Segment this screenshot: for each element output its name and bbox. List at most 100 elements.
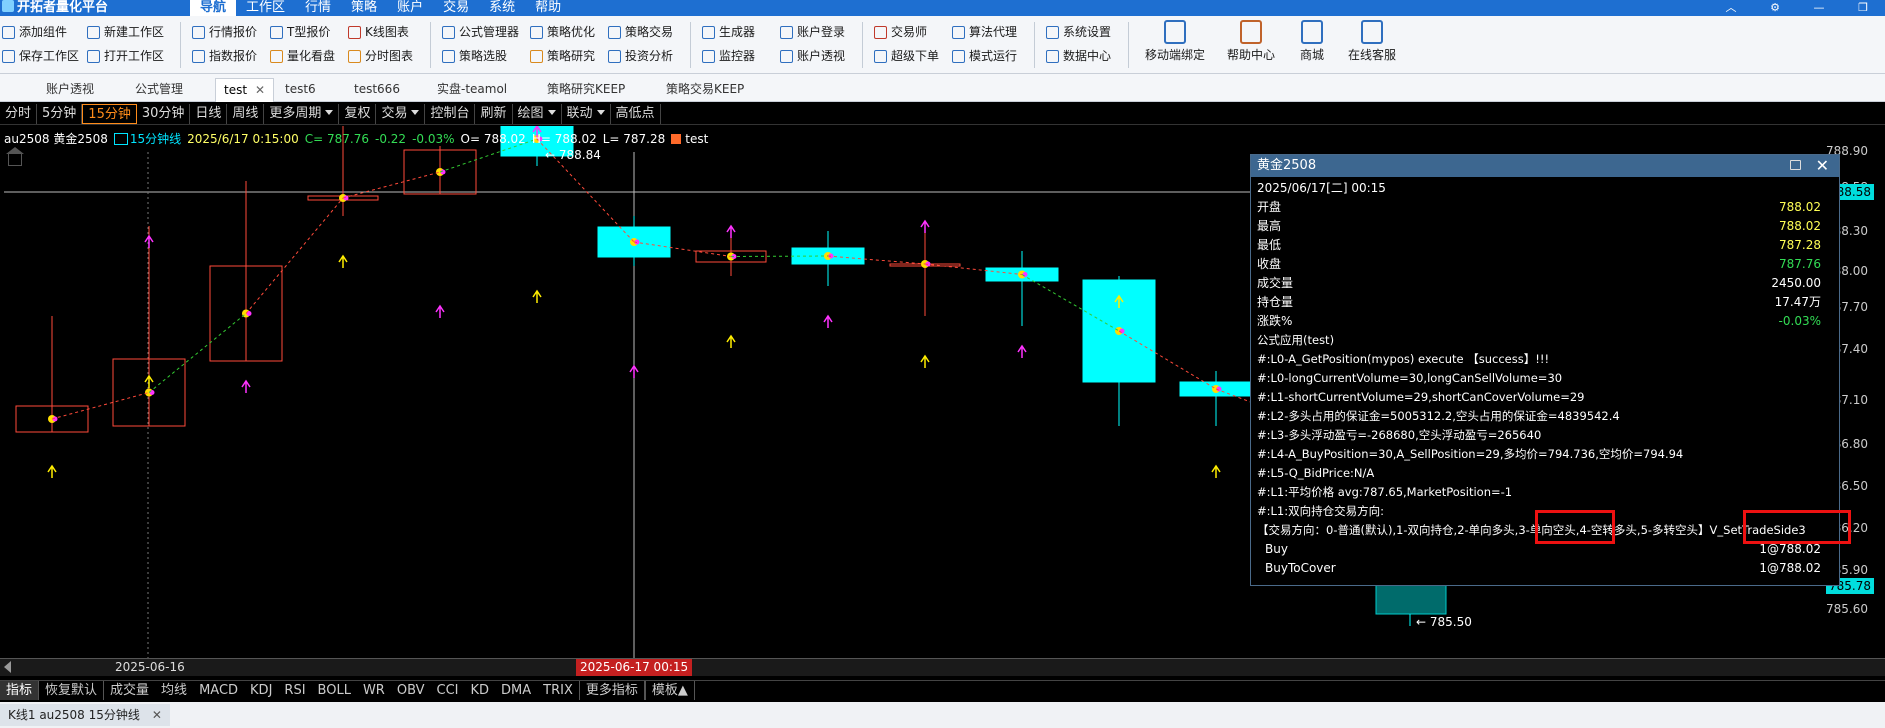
low-annotation: ← 785.50 [1416,615,1472,629]
doc-tab-account-view[interactable]: 账户透视 [46,78,94,102]
signal-arrow [823,314,833,328]
timeshare-chart-button[interactable]: 分时图表 [348,46,413,66]
period-weekly[interactable]: 周线 [227,104,265,124]
menu-tab-trade[interactable]: 交易 [433,0,479,16]
strategy-screening-button[interactable]: 策略选股 [442,46,507,66]
close-icon[interactable]: ✕ [1816,155,1829,177]
refresh-button[interactable]: 刷新 [475,104,513,124]
strategy-trade-button[interactable]: 策略交易 [608,22,673,42]
indicator-cci[interactable]: CCI [431,681,465,700]
restore-icon[interactable]: ❐ [1841,0,1885,16]
menu-tab-account[interactable]: 账户 [387,0,433,16]
period-timeshare[interactable]: 分时 [0,104,38,124]
formula-manager-button[interactable]: 公式管理器 [442,22,519,42]
super-order-button[interactable]: 超级下单 [874,46,939,66]
more-indicators-button[interactable]: 更多指标 [578,681,645,700]
close-tab-icon[interactable]: ✕ [255,83,265,97]
trade-dropdown[interactable]: 交易 [376,104,426,124]
indicator-volume[interactable]: 成交量 [104,681,155,700]
indicator-kdj[interactable]: KDJ [244,681,278,700]
strategy-research-label: 策略研究 [547,49,596,63]
indicator-trix[interactable]: TRIX [537,681,579,700]
panel-row-label: 最高 [1257,219,1282,233]
mall-button[interactable]: 商城 [1300,20,1324,63]
indicator-dma[interactable]: DMA [495,681,537,700]
strategy-optimize-button[interactable]: 策略优化 [530,22,595,42]
indicator-macd[interactable]: MACD [193,681,244,700]
document-tabs: 账户透视 公式管理 test ✕ test6 test666 实盘-teamol … [0,74,1885,166]
restore-default-button[interactable]: 恢复默认 [38,681,105,700]
quote-list-icon [192,25,205,39]
doc-tab-test666[interactable]: test666 [354,78,400,102]
menu-tab-quotes[interactable]: 行情 [295,0,341,16]
strategy-research-button[interactable]: 策略研究 [530,46,595,66]
t-quote-button[interactable]: T型报价 [270,22,330,42]
save-workspace-button[interactable]: 保存工作区 [2,46,79,66]
period-5min[interactable]: 5分钟 [37,104,83,124]
monitor-button[interactable]: 监控器 [702,46,755,66]
algo-agent-label: 算法代理 [969,25,1018,39]
draw-dropdown[interactable]: 绘图 [513,104,562,124]
indicator-tab[interactable]: 指标 [0,681,39,700]
period-15min[interactable]: 15分钟 [82,104,137,124]
collapse-ribbon-icon[interactable]: ︿ [1709,0,1753,16]
data-center-button[interactable]: 数据中心 [1046,46,1111,66]
add-component-button[interactable]: 添加组件 [2,22,67,42]
high-low-button[interactable]: 高低点 [611,104,661,124]
account-login-button[interactable]: 账户登录 [780,22,845,42]
minimize-icon[interactable]: — [1797,0,1841,16]
timeshare-chart-icon [348,49,361,63]
adjust-button[interactable]: 复权 [339,104,377,124]
market-quotes-button[interactable]: 行情报价 [192,22,257,42]
open-workspace-button[interactable]: 打开工作区 [87,46,164,66]
menu-tab-workspace[interactable]: 工作区 [236,0,295,16]
period-30min[interactable]: 30分钟 [137,104,191,124]
system-settings-button[interactable]: 系统设置 [1046,22,1111,42]
mobile-bind-button[interactable]: 移动端绑定 [1145,20,1205,63]
doc-tab-test[interactable]: test ✕ [215,78,275,102]
generator-button[interactable]: 生成器 [702,22,755,42]
menu-tab-navigation[interactable]: 导航 [190,0,237,16]
doc-tab-test6[interactable]: test6 [285,78,316,102]
link-dropdown[interactable]: 联动 [562,104,611,124]
menu-tab-strategy[interactable]: 策略 [341,0,387,16]
indicator-kd[interactable]: KD [465,681,496,700]
panel-row-value: 787.28 [1779,238,1821,252]
panel-log-line: #:L0-A_GetPosition(mypos) execute 【succe… [1257,352,1550,366]
indicator-obv[interactable]: OBV [391,681,431,700]
algo-agent-button[interactable]: 算法代理 [952,22,1017,42]
period-daily[interactable]: 日线 [190,104,228,124]
console-button[interactable]: 控制台 [425,104,476,124]
indicator-boll[interactable]: BOLL [312,681,357,700]
online-support-button[interactable]: 在线客服 [1348,20,1396,63]
doc-tab-strategy-trade-keep[interactable]: 策略交易KEEP [666,78,744,102]
indicator-ma[interactable]: 均线 [155,681,193,700]
template-dropdown[interactable]: 模板▲ [644,681,695,700]
account-view-button[interactable]: 账户透视 [780,46,845,66]
mode-run-button[interactable]: 模式运行 [952,46,1017,66]
user-settings-icon[interactable]: ⚙ [1753,0,1797,16]
headset-icon [1361,20,1383,44]
new-workspace-button[interactable]: 新建工作区 [87,22,164,42]
doc-tab-strategy-research-keep[interactable]: 策略研究KEEP [547,78,625,102]
menu-tab-help[interactable]: 帮助 [525,0,571,16]
indicator-wr[interactable]: WR [357,681,391,700]
indicator-rsi[interactable]: RSI [278,681,311,700]
doc-tab-formula-manage[interactable]: 公式管理 [135,78,183,102]
chart-window-tab[interactable]: K线1 au2508 15分钟线 ✕ [0,704,170,726]
more-periods-dropdown[interactable]: 更多周期 [264,104,340,124]
scroll-left-icon[interactable] [4,661,11,673]
investment-analysis-button[interactable]: 投资分析 [608,46,673,66]
index-quotes-button[interactable]: 指数报价 [192,46,257,66]
help-center-button[interactable]: 帮助中心 [1227,20,1275,63]
kline-chart-button[interactable]: K线图表 [348,22,409,42]
close-icon[interactable]: ✕ [152,708,162,722]
lock-icon[interactable] [1790,160,1801,170]
chart-settings-icon[interactable] [113,133,128,145]
quant-board-button[interactable]: 量化看盘 [270,46,335,66]
menu-tab-system[interactable]: 系统 [479,0,525,16]
doc-tab-live-teamol[interactable]: 实盘-teamol [437,78,507,102]
panel-order-label: BuyToCover [1265,561,1336,575]
mall-label: 商城 [1300,48,1325,62]
trader-button[interactable]: 交易师 [874,22,927,42]
